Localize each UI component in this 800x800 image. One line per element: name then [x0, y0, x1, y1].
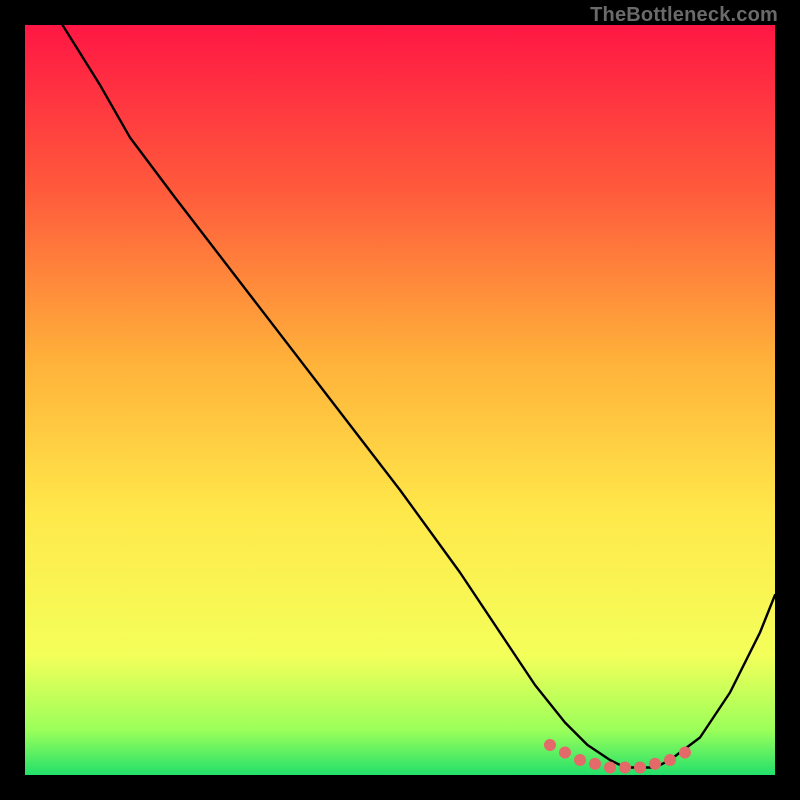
gradient-background: [25, 25, 775, 775]
optimal-point: [634, 762, 646, 774]
optimal-point: [679, 747, 691, 759]
optimal-point: [664, 754, 676, 766]
watermark-text: TheBottleneck.com: [590, 4, 778, 27]
optimal-point: [574, 754, 586, 766]
chart-stage: TheBottleneck.com: [0, 0, 800, 800]
optimal-point: [604, 762, 616, 774]
chart-svg: [25, 25, 775, 775]
optimal-point: [619, 762, 631, 774]
optimal-point: [559, 747, 571, 759]
plot-area: [25, 25, 775, 775]
optimal-point: [589, 758, 601, 770]
optimal-point: [544, 739, 556, 751]
optimal-point: [649, 758, 661, 770]
